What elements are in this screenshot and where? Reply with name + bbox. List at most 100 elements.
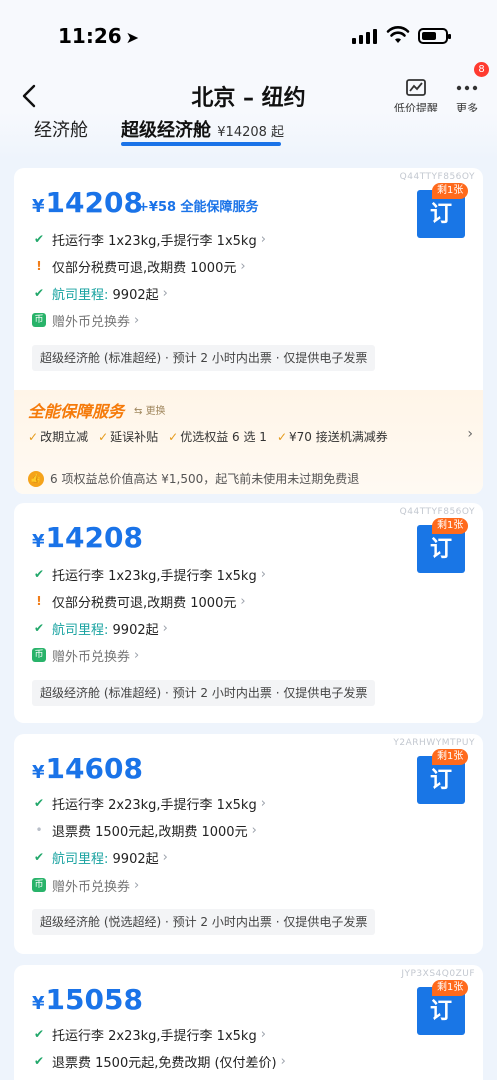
mileage-label: 航司里程: (52, 851, 109, 867)
service-note: 👍 6 项权益总价值高达 ¥1,500，起飞前未使用未过期免费退 (28, 470, 359, 487)
tab-economy[interactable]: 经济舱 (34, 116, 88, 142)
price-value: 15058 (45, 983, 143, 1016)
benefit-item: ✓ 改期立减 (28, 428, 88, 445)
benefit-label: ¥70 接送机满减券 (289, 430, 388, 444)
price-alert-button[interactable]: 低价提醒 (394, 78, 438, 116)
remaining-seats-badge: 剩1张 (432, 980, 469, 996)
check-icon: ✓ (276, 430, 287, 444)
ellipsis-icon (456, 85, 478, 91)
cellular-signal-icon (352, 29, 377, 44)
benefit-item: ✓ 优选权益 6 选 1 (168, 428, 267, 445)
chevron-right-icon: › (260, 231, 266, 247)
fare-card[interactable]: JYP3XS4Q0ZUF ¥15058 订 剩1张 ✔ 托运行李 2x23kg,手… (14, 965, 483, 1080)
tab-underline (121, 142, 281, 146)
chevron-right-icon: › (240, 593, 246, 609)
refund-text: 仅部分税费可退,改期费 1000元 (52, 260, 237, 276)
chevron-right-icon: › (260, 795, 266, 811)
currency-symbol: ¥ (32, 762, 45, 783)
mileage-row[interactable]: ✔ 航司里程: 9902起 › (32, 617, 168, 639)
coupon-row[interactable]: 币赠外币兑换券 › (32, 309, 139, 331)
check-icon: ✔ (33, 567, 45, 581)
check-icon: ✔ (33, 1054, 45, 1068)
refund-row[interactable]: • 退票费 1500元起,改期费 1000元 › (32, 819, 256, 841)
service-tag: +¥58 全能保障服务 (138, 200, 259, 215)
check-icon: ✔ (33, 1027, 45, 1041)
fare-code: Q44TTYF856OY (399, 507, 475, 517)
refund-text: 退票费 1500元起,免费改期 (仅付差价) (52, 1055, 277, 1071)
baggage-text: 托运行李 1x23kg,手提行李 1x5kg (52, 233, 257, 249)
mileage-label: 航司里程: (52, 622, 109, 638)
fare-code: Q44TTYF856OY (399, 172, 475, 182)
service-benefits: ✓ 改期立减 ✓ 延误补贴 ✓ 优选权益 6 选 1 ✓ ¥70 接送机满减券 (28, 428, 388, 445)
mileage-value: 9902起 (112, 622, 159, 638)
check-icon: ✓ (98, 430, 109, 444)
chevron-right-icon: › (134, 647, 140, 663)
chevron-right-icon[interactable]: › (467, 426, 473, 442)
clock: 11:26 ➤ (58, 24, 139, 48)
service-panel-title: 全能保障服务 (28, 402, 125, 421)
ticket-info: 超级经济舱 (悦选超经) · 预计 2 小时内出票 · 仅提供电子发票 (32, 909, 376, 935)
fare-code: JYP3XS4Q0ZUF (401, 969, 475, 979)
baggage-text: 托运行李 2x23kg,手提行李 1x5kg (52, 797, 257, 813)
ticket-info: 超级经济舱 (标准超经) · 预计 2 小时内出票 · 仅提供电子发票 (32, 345, 376, 371)
mileage-row[interactable]: ✔ 航司里程: 9902起 › (32, 846, 168, 868)
baggage-row[interactable]: ✔ 托运行李 2x23kg,手提行李 1x5kg › (32, 792, 266, 814)
baggage-row[interactable]: ✔ 托运行李 1x23kg,手提行李 1x5kg › (32, 563, 266, 585)
baggage-row[interactable]: ✔ 托运行李 2x23kg,手提行李 1x5kg › (32, 1023, 266, 1045)
refund-row[interactable]: ✔ 退票费 1500元起,免费改期 (仅付差价) › (32, 1050, 286, 1072)
refund-text: 退票费 1500元起,改期费 1000元 (52, 824, 248, 840)
chevron-right-icon: › (280, 1053, 286, 1069)
fare-price: ¥14208 (32, 186, 143, 219)
chart-line-icon (406, 79, 426, 96)
check-icon: ✔ (33, 286, 45, 300)
remaining-seats-badge: 剩1张 (432, 183, 469, 199)
currency-symbol: ¥ (32, 531, 45, 552)
chevron-right-icon: › (134, 312, 140, 328)
baggage-row[interactable]: ✔ 托运行李 1x23kg,手提行李 1x5kg › (32, 228, 266, 250)
benefit-label: 改期立减 (40, 430, 89, 444)
fare-card[interactable]: Q44TTYF856OY ¥14208 +¥58 全能保障服务 订 剩1张 ✔ 托… (14, 168, 483, 494)
mileage-row[interactable]: ✔ 航司里程: 9902起 › (32, 282, 168, 304)
baggage-text: 托运行李 2x23kg,手提行李 1x5kg (52, 1028, 257, 1044)
check-icon: ✔ (33, 621, 45, 635)
check-icon: ✓ (168, 430, 179, 444)
currency-symbol: ¥ (32, 993, 45, 1014)
switch-button[interactable]: ⇆ 更换 (134, 402, 166, 417)
fare-price: ¥15058 (32, 983, 143, 1016)
benefit-label: 优选权益 6 选 1 (180, 430, 267, 444)
coupon-text: 赠外币兑换券 (52, 314, 131, 330)
status-bar: 11:26 ➤ (0, 0, 497, 72)
refund-row[interactable]: ! 仅部分税费可退,改期费 1000元 › (32, 590, 246, 612)
tab-premium-economy[interactable]: 超级经济舱 ¥14208 起 (121, 116, 284, 142)
check-icon: ✔ (33, 796, 45, 810)
service-note-text: 6 项权益总价值高达 ¥1,500，起飞前未使用未过期免费退 (50, 472, 360, 486)
chevron-right-icon: › (260, 1026, 266, 1042)
more-button[interactable]: 更多 (455, 78, 479, 116)
dot-icon: • (35, 823, 43, 837)
check-icon: ✓ (28, 430, 39, 444)
remaining-seats-badge: 剩1张 (432, 749, 469, 765)
thumbs-up-icon: 👍 (28, 470, 44, 487)
chevron-right-icon: › (134, 877, 140, 893)
tab-premium-price: ¥14208 起 (217, 125, 285, 140)
benefit-item: ✓ ¥70 接送机满减券 (277, 428, 388, 445)
chevron-right-icon: › (240, 258, 246, 274)
fare-code: Y2ARHWYMTPUY (393, 738, 475, 748)
chevron-right-icon: › (162, 849, 168, 865)
check-icon: ✔ (33, 850, 45, 864)
price-value: 14608 (45, 752, 143, 785)
coupon-row[interactable]: 币赠外币兑换券 › (32, 874, 139, 896)
mileage-label: 航司里程: (52, 287, 109, 303)
fare-card[interactable]: Q44TTYF856OY ¥14208 订 剩1张 ✔ 托运行李 1x23kg,手… (14, 503, 483, 723)
fare-price: ¥14208 (32, 521, 143, 554)
fare-card[interactable]: Y2ARHWYMTPUY ¥14608 订 剩1张 ✔ 托运行李 2x23kg,手… (14, 734, 483, 954)
service-panel[interactable]: 全能保障服务 ⇆ 更换 ✓ 改期立减 ✓ 延误补贴 ✓ 优选权益 6 选 1 ✓ ¥70… (14, 390, 483, 494)
refund-row[interactable]: ! 仅部分税费可退,改期费 1000元 › (32, 255, 246, 277)
chevron-right-icon: › (162, 285, 168, 301)
warning-icon: ! (36, 259, 42, 273)
mileage-value: 9902起 (112, 851, 159, 867)
baggage-text: 托运行李 1x23kg,手提行李 1x5kg (52, 568, 257, 584)
location-arrow-icon: ➤ (125, 28, 140, 47)
coupon-row[interactable]: 币赠外币兑换券 › (32, 644, 139, 666)
benefit-label: 延误补贴 (110, 430, 159, 444)
